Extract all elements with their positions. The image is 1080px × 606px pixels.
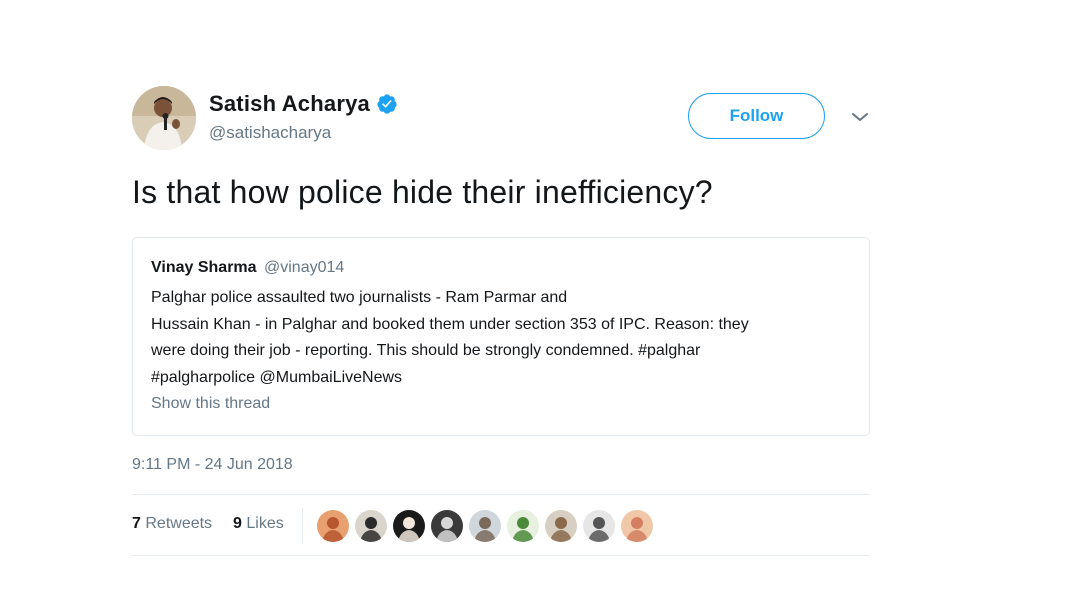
retweets-label: Retweets [145,515,213,532]
display-name-row: Satish Acharya [209,89,398,119]
liker-avatar[interactable] [317,510,349,542]
likes-count: 9 [233,515,242,532]
author-names: Satish Acharya @satishacharya [209,89,398,143]
liker-avatar[interactable] [431,510,463,542]
liker-avatar[interactable] [393,510,425,542]
liker-avatars [317,510,659,542]
liker-avatar[interactable] [621,510,653,542]
likes-stat[interactable]: 9 Likes [233,515,284,533]
quoted-author-handle: @vinay014 [264,259,345,276]
quoted-tweet-text: Palghar police assaulted two journalists… [151,289,749,386]
chevron-down-icon[interactable] [850,110,870,124]
retweets-count: 7 [132,515,141,532]
quoted-author-name: Vinay Sharma [151,259,257,276]
liker-avatar[interactable] [507,510,539,542]
tweet-header: Satish Acharya @satishacharya Follow [132,84,870,154]
quoted-tweet[interactable]: Vinay Sharma @vinay014 Palghar police as… [132,237,870,436]
follow-button[interactable]: Follow [688,93,825,139]
likes-label: Likes [246,515,284,532]
tweet-card: Satish Acharya @satishacharya Follow Is [132,84,870,556]
stats-divider [302,508,303,544]
tweet-timestamp[interactable]: 9:11 PM - 24 Jun 2018 [132,456,293,474]
liker-avatar[interactable] [355,510,387,542]
author-handle[interactable]: @satishacharya [209,123,398,143]
tweet-stats: 7 Retweets 9 Likes [132,494,870,556]
retweets-stat[interactable]: 7 Retweets [132,515,212,533]
quoted-tweet-header: Vinay Sharma @vinay014 [151,257,851,279]
liker-avatar[interactable] [545,510,577,542]
author-avatar[interactable] [132,86,196,150]
liker-avatar[interactable] [469,510,501,542]
tweet-text: Is that how police hide their inefficien… [132,174,713,210]
tweet-page: Satish Acharya @satishacharya Follow Is [0,0,1080,606]
author-display-name[interactable]: Satish Acharya [209,91,370,117]
show-thread-link[interactable]: Show this thread [151,395,851,413]
verified-badge-icon [376,93,398,115]
liker-avatar[interactable] [583,510,615,542]
